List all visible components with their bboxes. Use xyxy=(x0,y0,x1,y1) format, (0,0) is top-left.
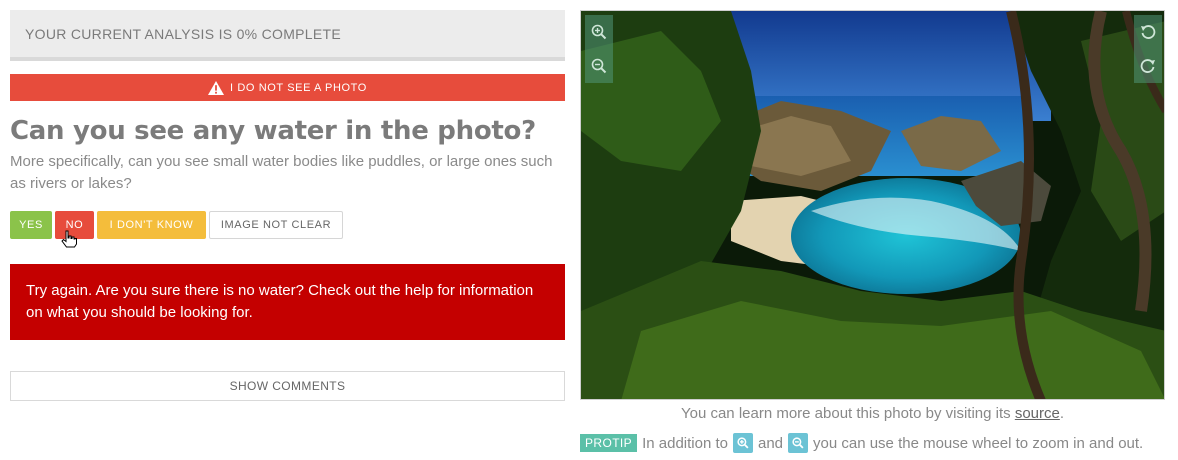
caption-suffix: . xyxy=(1059,405,1065,422)
protip-text-1: In addition to xyxy=(642,434,728,452)
yes-button[interactable]: YES xyxy=(10,211,52,240)
photo-viewer[interactable] xyxy=(580,10,1165,400)
caption-prefix: You can learn more about this photo by v… xyxy=(680,405,1011,422)
no-photo-button[interactable]: I DO NOT SEE A PHOTO xyxy=(10,74,565,101)
zoom-out-button[interactable] xyxy=(585,49,613,83)
protip-text-2: and xyxy=(757,434,784,452)
dont-know-button[interactable]: I DON'T KNOW xyxy=(97,211,206,240)
rotate-left-icon xyxy=(1141,25,1156,39)
task-panel: YOUR CURRENT ANALYSIS IS 0% COMPLETE I D… xyxy=(10,10,565,402)
coastal-cove-photo xyxy=(581,11,1164,399)
protip-line: PROTIP In addition to and you can use th… xyxy=(580,433,1143,453)
rotate-right-icon xyxy=(1140,59,1155,73)
zoom-out-icon xyxy=(792,437,804,449)
progress-text: YOUR CURRENT ANALYSIS IS 0% COMPLETE xyxy=(25,26,342,42)
feedback-alert: Try again. Are you sure there is no wate… xyxy=(10,264,565,341)
show-comments-button[interactable]: SHOW COMMENTS xyxy=(10,371,565,402)
source-link[interactable]: source xyxy=(1015,405,1060,422)
rotate-left-button[interactable] xyxy=(1134,15,1162,49)
hand-cursor-icon xyxy=(61,230,77,248)
zoom-out-hint-badge xyxy=(788,433,809,453)
zoom-in-icon xyxy=(591,24,607,40)
answer-buttons: YES NO I DON'T KNOW IMAGE NOT CLEAR xyxy=(10,211,565,240)
question-title: Can you see any water in the photo? xyxy=(10,116,536,146)
rotate-right-button[interactable] xyxy=(1134,49,1162,83)
zoom-out-icon xyxy=(591,58,607,74)
protip-text-3: you can use the mouse wheel to zoom in a… xyxy=(813,434,1144,452)
zoom-in-icon xyxy=(737,437,749,449)
no-photo-label: I DO NOT SEE A PHOTO xyxy=(230,81,367,94)
protip-badge: PROTIP xyxy=(580,434,638,452)
photo-caption: You can learn more about this photo by v… xyxy=(580,405,1165,422)
feedback-alert-text: Try again. Are you sure there is no wate… xyxy=(26,282,534,322)
image-not-clear-button[interactable]: IMAGE NOT CLEAR xyxy=(209,211,343,240)
warning-icon xyxy=(208,80,225,95)
analysis-progress: YOUR CURRENT ANALYSIS IS 0% COMPLETE xyxy=(10,10,565,61)
zoom-in-button[interactable] xyxy=(585,15,613,49)
zoom-in-hint-badge xyxy=(732,433,753,453)
question-subtitle: More specifically, can you see small wat… xyxy=(10,153,553,193)
